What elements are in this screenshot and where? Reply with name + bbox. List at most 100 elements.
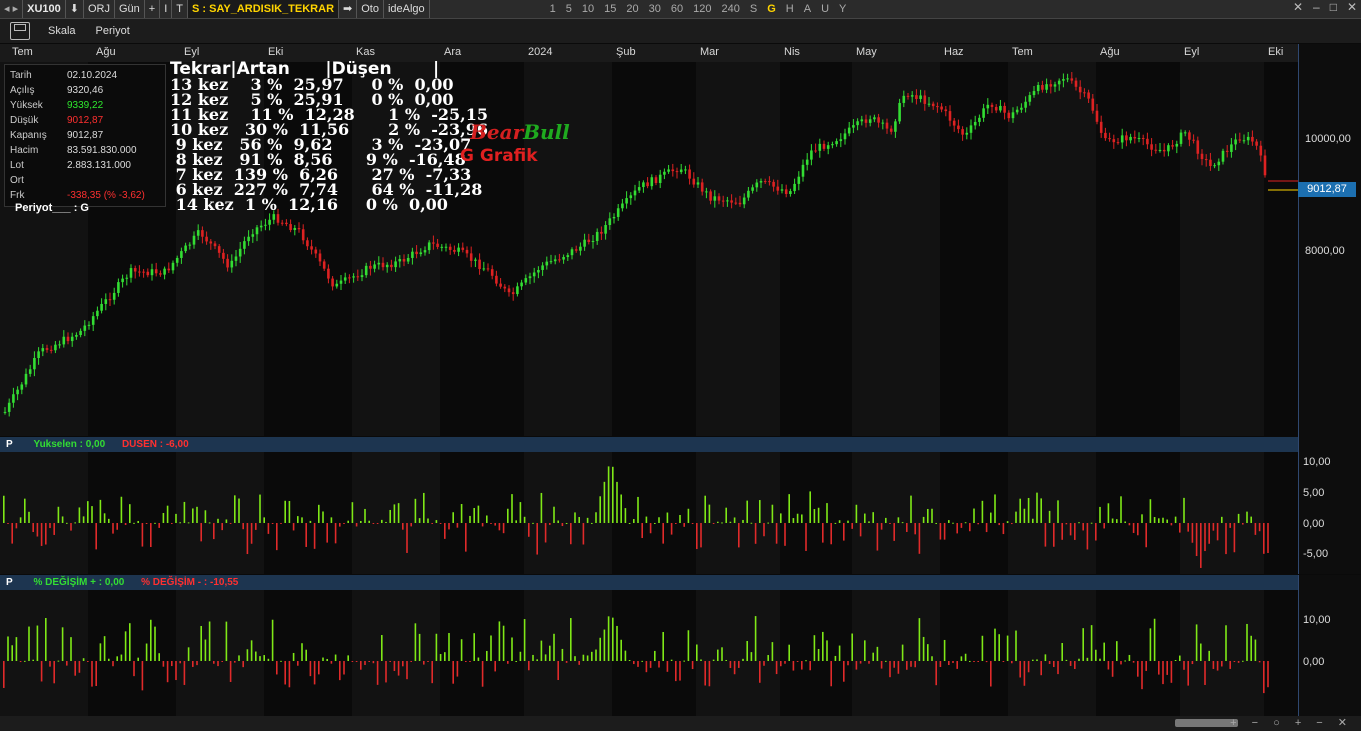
close-icon[interactable]: ✕ <box>1293 0 1303 14</box>
candle-body <box>453 249 456 252</box>
rising-bar <box>826 640 828 661</box>
period-u[interactable]: U <box>816 3 834 15</box>
price-axis[interactable]: 10000,00 8000,00 <box>1298 44 1361 438</box>
falling-bar <box>1208 523 1210 544</box>
falling-bar <box>45 523 47 545</box>
rising-bar <box>788 494 790 523</box>
period-240[interactable]: 240 <box>717 3 745 15</box>
rising-bar <box>964 653 967 661</box>
oto-button[interactable]: Oto <box>357 0 384 18</box>
candle-body <box>537 269 540 273</box>
rising-bar <box>477 657 480 661</box>
candle-body <box>684 169 687 171</box>
period-a[interactable]: A <box>799 3 816 15</box>
falling-bar <box>456 661 459 677</box>
rising-bar <box>935 522 937 524</box>
month-band <box>1008 452 1096 574</box>
rising-bar <box>309 520 312 523</box>
period-g[interactable]: G <box>762 3 781 15</box>
falling-bar <box>843 523 845 541</box>
close-window-icon[interactable]: ✕ <box>1347 0 1357 14</box>
rising-bar <box>204 639 207 661</box>
falling-bar <box>738 523 740 548</box>
falling-bar <box>973 661 975 662</box>
rising-bar <box>788 644 790 661</box>
formula-selector[interactable]: S : SAY_ARDISIK_TEKRAR <box>188 0 340 18</box>
rising-bar <box>1254 639 1257 661</box>
period-h[interactable]: H <box>781 3 799 15</box>
t-button[interactable]: T <box>172 0 188 18</box>
rising-bar <box>654 650 656 661</box>
candle-body <box>331 278 334 287</box>
rising-bar <box>477 505 480 523</box>
month-band <box>0 452 88 574</box>
candle-body <box>793 183 796 192</box>
period-1[interactable]: 1 <box>545 3 561 15</box>
rising-bar <box>746 640 748 661</box>
falling-bar <box>1002 661 1005 662</box>
candle-body <box>360 275 364 278</box>
period-button[interactable]: Periyot <box>86 25 140 37</box>
falling-bar <box>1145 661 1147 671</box>
candle-body <box>322 261 326 269</box>
go-arrow-icon[interactable]: ➡ <box>339 0 358 18</box>
rising-bar <box>645 516 648 523</box>
time-label: Ağu <box>1100 46 1120 58</box>
maximize-icon[interactable]: □ <box>1330 0 1337 14</box>
plus-button[interactable]: + <box>145 0 161 18</box>
candle-body <box>490 269 494 276</box>
bottom-scrollbar[interactable]: + − ○ + − ✕ <box>0 716 1361 731</box>
rising-bar <box>246 649 249 661</box>
info-value: 9339,22 <box>67 100 104 111</box>
i-button[interactable]: I <box>160 0 173 18</box>
rising-bar <box>1237 513 1240 523</box>
indicator-panel-1[interactable] <box>0 452 1298 574</box>
minimize-icon[interactable]: – <box>1313 0 1320 14</box>
falling-bar <box>1027 661 1030 673</box>
download-arrow-icon[interactable]: ⬇ <box>66 0 84 18</box>
period-10[interactable]: 10 <box>577 3 599 15</box>
falling-bar <box>171 661 173 667</box>
period-20[interactable]: 20 <box>621 3 643 15</box>
candle-body <box>742 197 746 205</box>
idealgo-button[interactable]: ideAlgo <box>384 0 430 18</box>
rising-bar <box>759 500 761 523</box>
rising-bar <box>187 647 190 661</box>
save-icon[interactable] <box>10 22 30 40</box>
candle-body <box>734 202 738 204</box>
scroll-thumb[interactable] <box>1175 719 1238 727</box>
period-60[interactable]: 60 <box>666 3 688 15</box>
period-y[interactable]: Y <box>834 3 851 15</box>
indicator-panel-2[interactable] <box>0 590 1298 716</box>
candle-body <box>528 276 532 279</box>
falling-bar <box>112 661 114 667</box>
interval-button[interactable]: Gün <box>115 0 145 18</box>
candle-body <box>1204 159 1208 161</box>
period-5[interactable]: 5 <box>561 3 577 15</box>
rising-bar <box>746 500 748 523</box>
rising-bar <box>414 623 417 661</box>
candle-body <box>1175 143 1179 147</box>
candle-body <box>238 248 242 257</box>
indicator-panel-1-header[interactable]: P Yukselen : 0,00 DUSEN : -6,00 <box>0 437 1298 452</box>
rising-bar <box>498 621 501 661</box>
period-120[interactable]: 120 <box>688 3 716 15</box>
candle-body <box>654 177 658 183</box>
rising-bar <box>19 517 22 523</box>
symbol-selector[interactable]: XU100 <box>23 0 66 18</box>
candle-body <box>675 171 679 173</box>
rising-bar <box>733 517 736 523</box>
period-s[interactable]: S <box>745 3 762 15</box>
falling-bar <box>1263 523 1265 554</box>
period-15[interactable]: 15 <box>599 3 621 15</box>
rising-bar <box>36 625 39 661</box>
back-arrows-icon[interactable]: ◂ ▸ <box>0 0 24 18</box>
orj-button[interactable]: ORJ <box>84 0 115 18</box>
indicator-panel-2-header[interactable]: P % DEĞİŞİM + : 0,00 % DEĞİŞİM - : -10,5… <box>0 575 1298 590</box>
candle-body <box>234 256 238 261</box>
period-30[interactable]: 30 <box>644 3 666 15</box>
info-key: Açılış <box>10 85 35 96</box>
zoom-controls[interactable]: + − ○ + − ✕ <box>1230 716 1353 729</box>
candle-body <box>1200 153 1204 160</box>
scale-button[interactable]: Skala <box>38 25 86 37</box>
